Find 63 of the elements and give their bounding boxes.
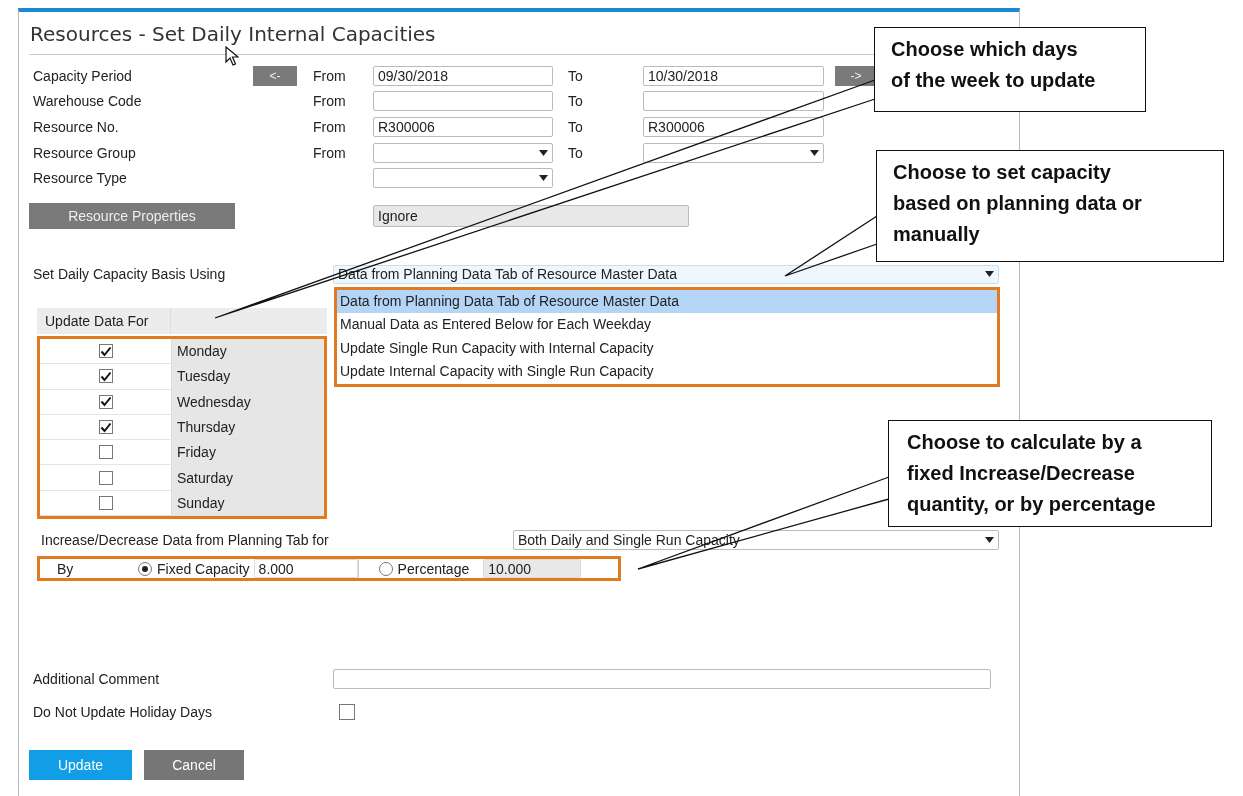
checkbox[interactable] bbox=[98, 344, 113, 359]
dropdown-option[interactable]: Manual Data as Entered Below for Each Weekday bbox=[337, 313, 997, 337]
field-label: By bbox=[56, 560, 75, 577]
field-label: Resource Group bbox=[33, 144, 137, 161]
field-label: Do Not Update Holiday Days bbox=[33, 704, 213, 721]
input-field[interactable]: R300006 bbox=[643, 117, 824, 137]
checkbox[interactable] bbox=[98, 470, 113, 485]
from-label: From bbox=[313, 67, 346, 84]
callout-box: Choose to calculate by a fixed Increase/Decrease quantity, or by percentage bbox=[888, 420, 1212, 527]
dropdown-arrow-icon bbox=[539, 175, 548, 182]
previous-period-button[interactable]: <- bbox=[253, 65, 297, 86]
window-title: Resources - Set Daily Internal Capacities bbox=[30, 22, 436, 46]
to-label: To bbox=[568, 119, 583, 135]
input-field[interactable]: 09/30/2018 bbox=[373, 65, 553, 86]
field-label: Resource No. bbox=[33, 119, 120, 135]
to-label: To bbox=[568, 144, 583, 161]
next-period-button[interactable]: -> bbox=[835, 65, 877, 86]
checkbox[interactable] bbox=[98, 369, 113, 384]
field-label: Additional Comment bbox=[33, 671, 161, 688]
radio-label[interactable]: Fixed Capacity bbox=[157, 560, 250, 577]
input-field[interactable] bbox=[643, 91, 824, 112]
field-label: Resource Type bbox=[33, 170, 128, 187]
table-cell: Wednesday bbox=[172, 389, 324, 414]
to-label: To bbox=[568, 93, 583, 110]
field-label: Capacity Period bbox=[33, 67, 133, 84]
dropdown-arrow-icon bbox=[985, 271, 994, 278]
field-label: Increase/Decrease Data from Planning Tab for bbox=[41, 532, 330, 549]
dropdown-field[interactable] bbox=[373, 142, 553, 163]
dropdown-arrow-icon bbox=[810, 149, 819, 156]
dropdown-option[interactable]: Update Internal Capacity with Single Run Capacity bbox=[337, 360, 997, 384]
checkbox[interactable] bbox=[98, 495, 113, 510]
checkbox[interactable] bbox=[98, 394, 113, 409]
input-field[interactable]: R300006 bbox=[373, 117, 553, 137]
dropdown-arrow-icon bbox=[985, 537, 994, 544]
callout-box: Choose to set capacity based on planning data or manually bbox=[876, 150, 1224, 262]
table-cell: Sunday bbox=[172, 490, 324, 516]
from-label: From bbox=[313, 119, 346, 135]
input-field[interactable]: 10/30/2018 bbox=[643, 65, 824, 86]
column-header: Update Data For bbox=[37, 307, 171, 334]
checkbox[interactable] bbox=[98, 420, 113, 434]
field-label: Warehouse Code bbox=[33, 93, 143, 110]
table-cell: Friday bbox=[172, 440, 324, 465]
from-label: From bbox=[313, 144, 346, 161]
input-field[interactable] bbox=[373, 91, 553, 112]
from-label: From bbox=[313, 93, 346, 110]
table-cell: Tuesday bbox=[172, 364, 324, 389]
input-field[interactable]: 8.000 bbox=[253, 559, 358, 579]
input-field[interactable] bbox=[333, 669, 991, 690]
dropdown-option[interactable]: Data from Planning Data Tab of Resource Master Data bbox=[337, 289, 997, 314]
field-label: Set Daily Capacity Basis Using bbox=[33, 266, 227, 283]
table-cell: Monday bbox=[172, 338, 324, 364]
to-label: To bbox=[568, 67, 583, 84]
dropdown-option[interactable]: Update Single Run Capacity with Internal Capacity bbox=[337, 336, 997, 361]
table-cell: Saturday bbox=[172, 465, 324, 490]
callout-box: Choose which days of the week to update bbox=[874, 27, 1146, 112]
checkbox[interactable] bbox=[98, 445, 113, 460]
dialog-button[interactable]: Cancel bbox=[144, 750, 244, 781]
dropdown-field[interactable] bbox=[373, 168, 553, 189]
dropdown-field[interactable] bbox=[643, 142, 824, 163]
dropdown-arrow-icon bbox=[539, 149, 548, 156]
mouse-cursor-icon bbox=[225, 46, 239, 66]
checkbox[interactable] bbox=[339, 704, 355, 721]
table-cell: Thursday bbox=[172, 414, 324, 440]
